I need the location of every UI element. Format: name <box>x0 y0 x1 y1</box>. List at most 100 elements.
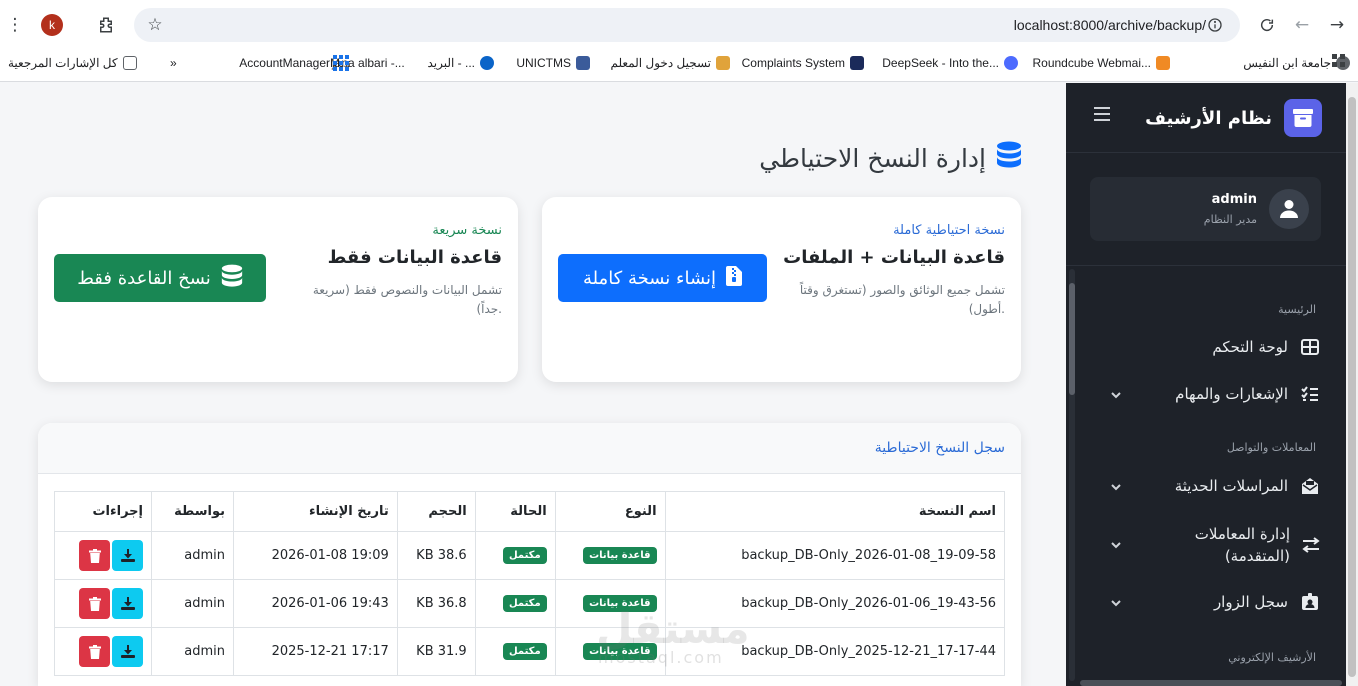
sidebar: نظام الأرشيف admin مدير النظام الرئيسية … <box>1066 83 1358 686</box>
browser-toolbar: ⋮ k ☆ localhost:8000/archive/backup/ ← → <box>0 0 1358 48</box>
page-title: إدارة النسخ الاحتياطي <box>759 141 1022 175</box>
download-icon <box>120 644 135 658</box>
file-zip-icon <box>726 265 743 291</box>
outlook-icon <box>480 56 494 70</box>
sidebar-item-visitors[interactable]: سجل الزوار <box>1214 592 1320 612</box>
user-avatar-icon <box>1269 189 1309 229</box>
chevron-down-icon[interactable] <box>1110 481 1122 493</box>
backup-author: admin <box>151 627 234 676</box>
table-header-row: اسم النسخة النوع الحالة الحجم تاريخ الإن… <box>53 491 1006 532</box>
apps-grid-icon[interactable] <box>333 55 349 71</box>
sidebar-scrollbar-thumb[interactable] <box>1069 283 1075 395</box>
status-badge: مكتمل <box>502 595 547 612</box>
chevron-down-icon[interactable] <box>1110 389 1122 401</box>
delete-button[interactable] <box>79 636 111 667</box>
card-heading: قاعدة البيانات فقط <box>327 247 502 268</box>
download-button[interactable] <box>112 540 144 571</box>
bookmark-item[interactable]: Roundcube Webmai... <box>1032 56 1170 70</box>
section-transactions: المعاملات والتواصل <box>1226 441 1316 454</box>
user-card[interactable]: admin مدير النظام <box>1090 177 1321 241</box>
full-backup-card: نسخة احتياطية كاملة قاعدة البيانات + الم… <box>542 197 1021 382</box>
chevron-down-icon[interactable] <box>1110 539 1122 551</box>
bookmarks-bar: جامعة ابن النفيس Roundcube Webmai... Dee… <box>0 48 1358 82</box>
sidebar-item-notifications[interactable]: الإشعارات والمهام <box>1175 384 1320 404</box>
type-badge: قاعدة بيانات <box>583 547 657 564</box>
bookmark-star-icon[interactable]: ☆ <box>142 12 168 38</box>
download-icon <box>120 596 135 610</box>
backup-author: admin <box>151 579 234 628</box>
forward-arrow-icon[interactable]: → <box>1324 12 1350 38</box>
download-button[interactable] <box>112 588 144 619</box>
backup-table: اسم النسخة النوع الحالة الحجم تاريخ الإن… <box>53 491 1006 676</box>
folder-icon <box>122 56 137 70</box>
bookmark-item[interactable]: Complaints System <box>742 56 864 70</box>
status-badge: مكتمل <box>502 547 547 564</box>
card-description: تشمل جميع الوثائق والصور (تستغرق وقتاً أ… <box>799 283 1005 316</box>
col-name: اسم النسخة <box>664 491 1006 532</box>
xampp-icon <box>716 56 730 70</box>
card-heading: قاعدة البيانات + الملفات <box>783 247 1005 268</box>
database-icon <box>221 264 243 293</box>
bookmark-item[interactable]: DeepSeek - Into the... <box>882 56 1018 70</box>
status-badge: مكتمل <box>502 643 547 660</box>
backup-size: KB 36.8 <box>396 579 476 628</box>
sidebar-item-dashboard[interactable]: لوحة التحكم <box>1212 337 1320 357</box>
profile-avatar[interactable]: k <box>41 14 63 36</box>
col-type: النوع <box>554 491 666 532</box>
download-icon <box>120 548 135 562</box>
backup-date: 19:43 2026-01-06 <box>232 579 398 628</box>
card-label: نسخة احتياطية كاملة <box>893 223 1005 238</box>
bookmark-item[interactable]: البريد - ... <box>427 56 494 70</box>
sidebar-item-transactions[interactable]: إدارة المعاملات (المتقدمة) <box>1160 523 1320 567</box>
sidebar-item-correspondence[interactable]: المراسلات الحديثة <box>1175 476 1320 496</box>
bookmark-item[interactable]: تسجيل دخول المعلم <box>610 56 730 70</box>
database-icon <box>996 141 1022 175</box>
shield-icon <box>850 56 864 70</box>
browser-menu-icon[interactable]: ⋮ <box>2 12 28 38</box>
table-row: backup_DB-Only_2026-01-06_19-43-56 قاعدة… <box>53 579 1006 628</box>
sidebar-horizontal-scrollbar[interactable] <box>1080 680 1342 686</box>
download-button[interactable] <box>112 636 144 667</box>
trash-icon <box>88 596 101 611</box>
apps-icon[interactable] <box>1332 54 1346 68</box>
db-only-backup-button[interactable]: نسخ القاعدة فقط <box>54 254 266 302</box>
table-row: backup_DB-Only_2025-12-21_17-17-44 قاعدة… <box>53 627 1006 676</box>
reload-icon[interactable] <box>1254 12 1280 38</box>
deepseek-icon <box>1004 56 1018 70</box>
exchange-icon <box>1302 535 1320 555</box>
roundcube-icon <box>1156 56 1170 70</box>
quick-backup-card: نسخة سريعة قاعدة البيانات فقط تشمل البيا… <box>38 197 518 382</box>
delete-button[interactable] <box>79 540 111 571</box>
trash-icon <box>88 548 101 563</box>
create-full-backup-button[interactable]: إنشاء نسخة كاملة <box>558 254 767 302</box>
brand[interactable]: نظام الأرشيف <box>1145 99 1322 137</box>
backup-size: KB 38.6 <box>396 531 476 580</box>
backup-log-title: سجل النسخ الاحتياطية <box>874 440 1005 456</box>
backup-date: 17:17 2025-12-21 <box>232 627 398 676</box>
bookmark-item[interactable]: UNICTMS <box>516 56 590 70</box>
more-bookmarks-icon[interactable]: » <box>170 56 177 70</box>
brand-title: نظام الأرشيف <box>1145 107 1272 129</box>
page-scrollbar-thumb[interactable] <box>1348 97 1356 677</box>
backup-name: backup_DB-Only_2026-01-08_19-09-58 <box>664 531 1006 580</box>
all-bookmarks-item[interactable]: كل الإشارات المرجعية <box>8 56 137 70</box>
user-name: admin <box>1211 192 1257 207</box>
delete-button[interactable] <box>79 588 111 619</box>
back-arrow-icon[interactable]: ← <box>1289 12 1315 38</box>
col-date: تاريخ الإنشاء <box>232 491 398 532</box>
col-size: الحجم <box>396 491 476 532</box>
watermark-url: mostaql.com <box>598 648 724 667</box>
backup-log-header: سجل النسخ الاحتياطية <box>38 423 1021 474</box>
url-text: localhost:8000/archive/backup/ <box>1013 17 1206 33</box>
card-description: تشمل البيانات والنصوص فقط (سريعة جداً). <box>312 283 502 316</box>
extensions-icon[interactable] <box>93 12 119 38</box>
envelope-icon <box>1300 476 1320 496</box>
menu-toggle-icon[interactable] <box>1094 107 1110 121</box>
backup-date: 19:09 2026-01-08 <box>232 531 398 580</box>
section-main: الرئيسية <box>1278 303 1316 316</box>
backup-size: KB 31.9 <box>396 627 476 676</box>
chevron-down-icon[interactable] <box>1110 597 1122 609</box>
unictms-icon <box>576 56 590 70</box>
col-actions: إجراءات <box>53 491 153 532</box>
page-scrollbar[interactable] <box>1346 83 1358 686</box>
